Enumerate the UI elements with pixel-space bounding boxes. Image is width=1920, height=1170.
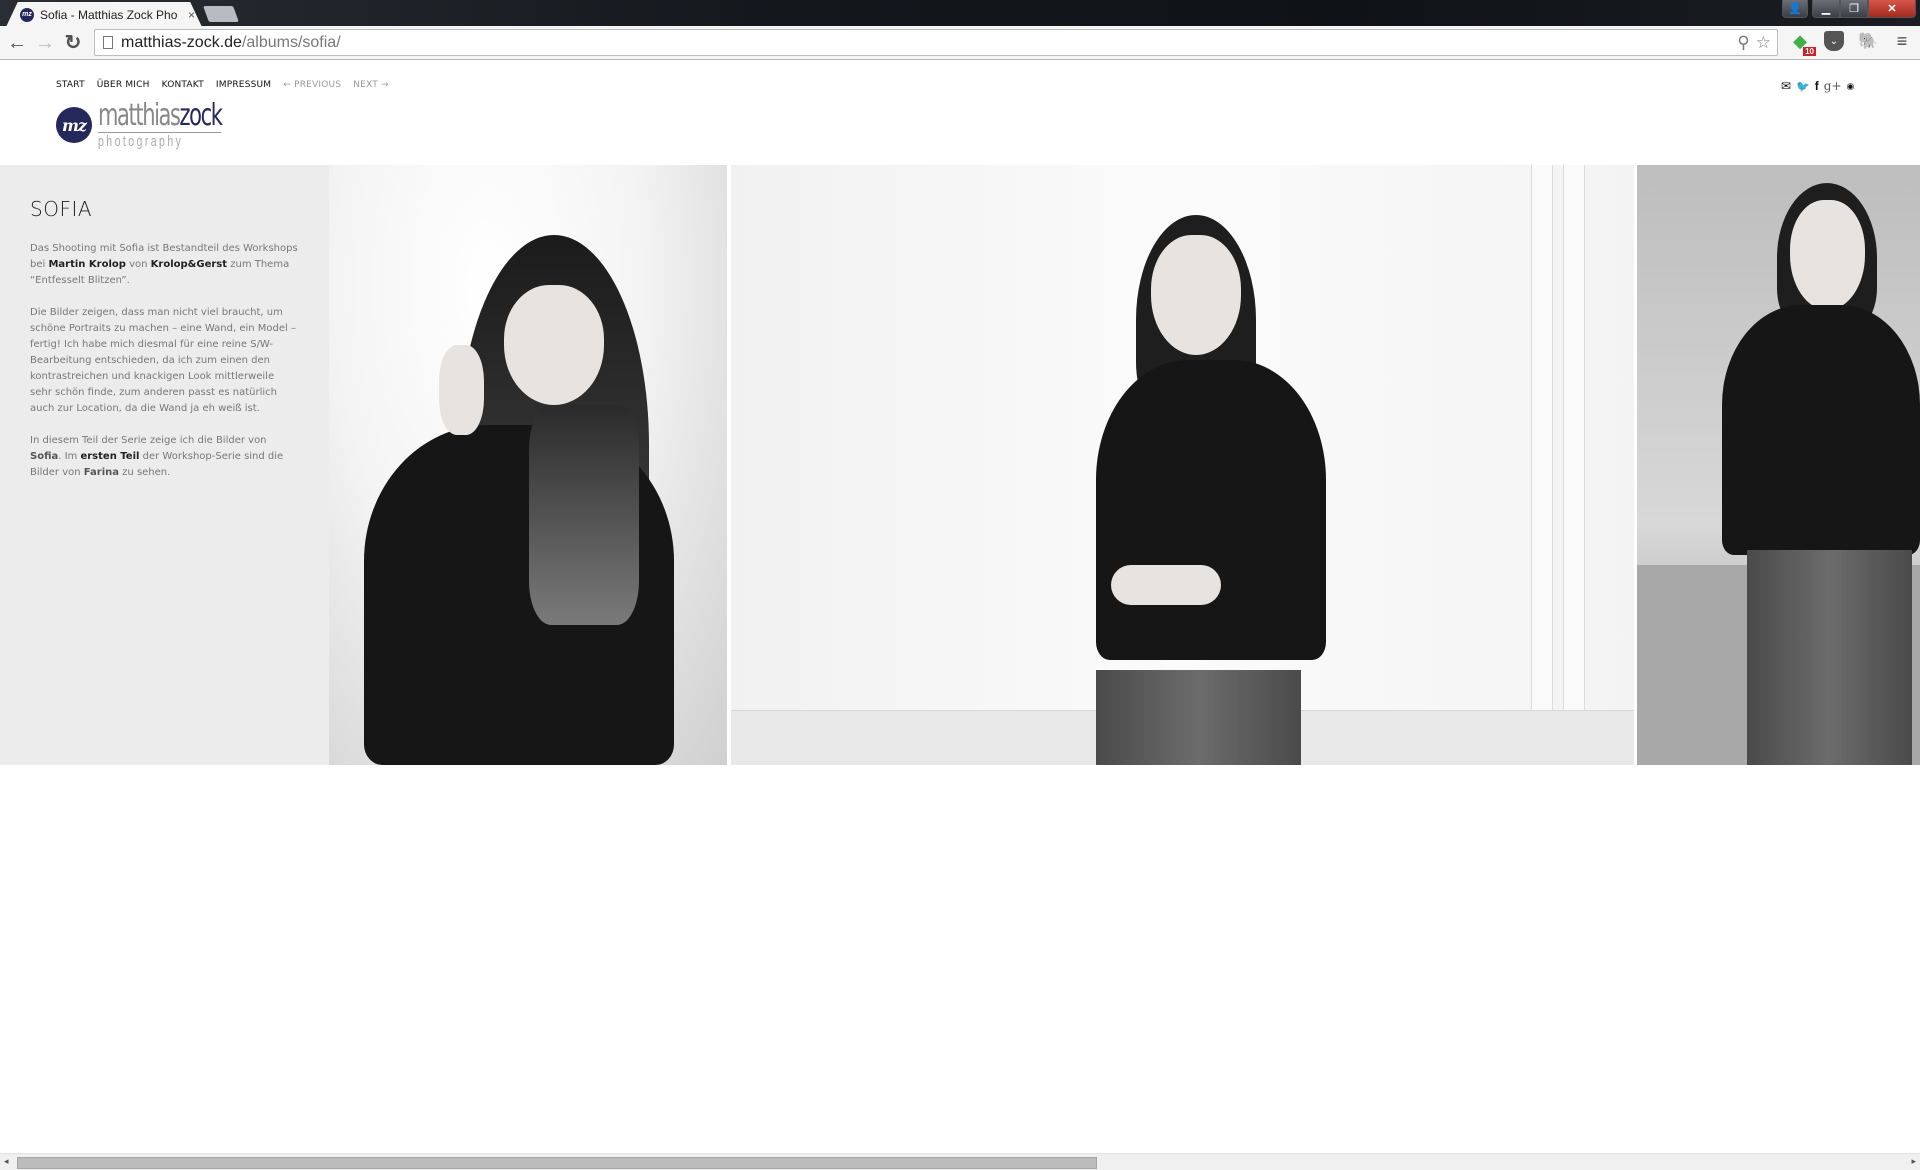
- album-photo[interactable]: [329, 165, 727, 765]
- photo-subject: [731, 165, 1634, 765]
- description-paragraph: Das Shooting mit Sofia ist Bestandteil d…: [30, 241, 299, 289]
- new-tab-button[interactable]: [203, 6, 239, 22]
- bold-sofia: Sofia: [30, 451, 59, 462]
- link-martin-krolop[interactable]: Martin Krolop: [48, 259, 125, 270]
- album-photo[interactable]: [731, 165, 1634, 765]
- text: von: [125, 259, 151, 270]
- nav-kontakt[interactable]: KONTAKT: [162, 80, 204, 90]
- user-profile-icon[interactable]: 👤: [1782, 0, 1808, 18]
- url-path: /albums/sofia/: [241, 33, 341, 51]
- social-links: ✉ 🐦 f g+ ◉: [1781, 79, 1854, 93]
- mail-icon[interactable]: ✉: [1781, 79, 1791, 93]
- tab-title: Sofia - Matthias Zock Pho: [40, 7, 178, 22]
- twitter-icon[interactable]: 🐦: [1796, 80, 1810, 93]
- close-window-button[interactable]: ✕: [1868, 0, 1916, 18]
- album-photo[interactable]: [1637, 165, 1920, 765]
- site-logo[interactable]: mz matthiaszock photography: [56, 101, 274, 149]
- feedly-badge: 10: [1803, 47, 1816, 56]
- feedly-extension-icon[interactable]: ◆ 10: [1790, 31, 1816, 56]
- album-title: SOFIA: [30, 197, 93, 221]
- back-icon[interactable]: ←: [6, 32, 28, 54]
- maximize-button[interactable]: ❐: [1840, 0, 1868, 18]
- photo-subject: [329, 165, 727, 765]
- logo-name-bold: zock: [179, 98, 223, 133]
- link-ersten-teil[interactable]: ersten Teil: [80, 451, 139, 462]
- search-icon[interactable]: ⚲: [1737, 33, 1749, 53]
- text: zu sehen.: [119, 467, 171, 478]
- evernote-extension-icon[interactable]: 🐘: [1858, 31, 1878, 51]
- favicon-icon: mz: [20, 7, 34, 22]
- nav-impressum[interactable]: IMPRESSUM: [216, 80, 271, 90]
- pocket-extension-icon[interactable]: ⌄: [1824, 31, 1844, 51]
- nav-start[interactable]: START: [56, 80, 85, 90]
- minimize-button[interactable]: ▁: [1812, 0, 1840, 18]
- logo-mark: mz: [56, 107, 92, 143]
- chrome-menu-icon[interactable]: ≡: [1892, 31, 1912, 51]
- page-content: START ÜBER MICH KONTAKT IMPRESSUM ← PREV…: [0, 61, 1920, 1153]
- horizontal-scrollbar[interactable]: ◂ ▸: [0, 1153, 1920, 1170]
- scrollbar-thumb[interactable]: [17, 1157, 1097, 1169]
- description-paragraph: In diesem Teil der Serie zeige ich die B…: [30, 433, 299, 481]
- scroll-left-arrow-icon[interactable]: ◂: [4, 1156, 9, 1167]
- facebook-icon[interactable]: f: [1815, 79, 1819, 93]
- rss-icon[interactable]: ◉: [1847, 81, 1855, 92]
- page-icon: [103, 36, 113, 49]
- text: . Im: [58, 451, 81, 462]
- forward-icon[interactable]: →: [34, 32, 56, 54]
- album-description: Das Shooting mit Sofia ist Bestandteil d…: [30, 241, 299, 481]
- nav-previous[interactable]: ← PREVIOUS: [283, 80, 341, 90]
- window-controls: 👤 ▁ ❐ ✕: [1782, 0, 1916, 18]
- logo-name: matthiaszock: [98, 98, 223, 133]
- bold-farina: Farina: [83, 467, 119, 478]
- address-bar[interactable]: matthias-zock.de/albums/sofia/ ⚲ ☆: [94, 29, 1778, 56]
- reload-icon[interactable]: ↻: [62, 32, 84, 54]
- main-nav: START ÜBER MICH KONTAKT IMPRESSUM ← PREV…: [56, 80, 389, 90]
- tab-close-icon[interactable]: ×: [188, 8, 195, 22]
- logo-subtitle: photography: [98, 132, 222, 149]
- window-titlebar: mz Sofia - Matthias Zock Pho × 👤 ▁ ❐ ✕: [0, 0, 1920, 27]
- link-krolop-gerst[interactable]: Krolop&Gerst: [151, 259, 227, 270]
- browser-toolbar: ← → ↻ matthias-zock.de/albums/sofia/ ⚲ ☆…: [0, 26, 1920, 60]
- url-host: matthias-zock.de: [121, 33, 242, 51]
- googleplus-icon[interactable]: g+: [1824, 79, 1842, 93]
- nav-ueber-mich[interactable]: ÜBER MICH: [97, 80, 150, 90]
- browser-tab[interactable]: mz Sofia - Matthias Zock Pho ×: [6, 2, 202, 27]
- photo-subject: [1637, 165, 1920, 765]
- scroll-right-arrow-icon[interactable]: ▸: [1911, 1156, 1916, 1167]
- description-paragraph: Die Bilder zeigen, dass man nicht viel b…: [30, 307, 296, 414]
- nav-next[interactable]: NEXT →: [353, 80, 389, 90]
- bookmark-star-icon[interactable]: ☆: [1756, 33, 1771, 53]
- album-sidebar: SOFIA Das Shooting mit Sofia ist Bestand…: [0, 165, 329, 765]
- logo-name-light: matthias: [98, 98, 181, 133]
- text: In diesem Teil der Serie zeige ich die B…: [30, 435, 267, 446]
